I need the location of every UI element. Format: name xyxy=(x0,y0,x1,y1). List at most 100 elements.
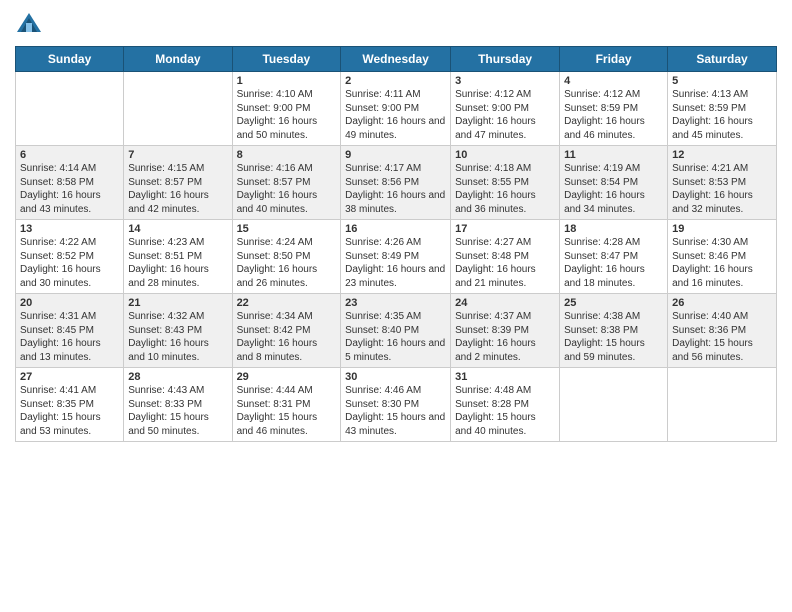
day-number: 10 xyxy=(455,149,555,161)
calendar-day-cell xyxy=(16,72,124,146)
weekday-header: Saturday xyxy=(668,47,777,72)
calendar-day-cell: 22Sunrise: 4:34 AM Sunset: 8:42 PM Dayli… xyxy=(232,294,341,368)
calendar-day-cell: 26Sunrise: 4:40 AM Sunset: 8:36 PM Dayli… xyxy=(668,294,777,368)
calendar-day-cell xyxy=(560,368,668,442)
calendar-day-cell: 31Sunrise: 4:48 AM Sunset: 8:28 PM Dayli… xyxy=(451,368,560,442)
calendar-day-cell: 2Sunrise: 4:11 AM Sunset: 9:00 PM Daylig… xyxy=(341,72,451,146)
calendar-day-cell: 8Sunrise: 4:16 AM Sunset: 8:57 PM Daylig… xyxy=(232,146,341,220)
calendar-day-cell: 11Sunrise: 4:19 AM Sunset: 8:54 PM Dayli… xyxy=(560,146,668,220)
day-number: 25 xyxy=(564,297,663,309)
day-info: Sunrise: 4:10 AM Sunset: 9:00 PM Dayligh… xyxy=(237,88,337,142)
day-info: Sunrise: 4:14 AM Sunset: 8:58 PM Dayligh… xyxy=(20,162,119,216)
day-info: Sunrise: 4:28 AM Sunset: 8:47 PM Dayligh… xyxy=(564,236,663,290)
weekday-header: Monday xyxy=(124,47,232,72)
day-number: 23 xyxy=(345,297,446,309)
calendar-header-row: SundayMondayTuesdayWednesdayThursdayFrid… xyxy=(16,47,777,72)
day-number: 24 xyxy=(455,297,555,309)
day-info: Sunrise: 4:15 AM Sunset: 8:57 PM Dayligh… xyxy=(128,162,227,216)
day-info: Sunrise: 4:19 AM Sunset: 8:54 PM Dayligh… xyxy=(564,162,663,216)
calendar-week-row: 13Sunrise: 4:22 AM Sunset: 8:52 PM Dayli… xyxy=(16,220,777,294)
calendar-day-cell: 19Sunrise: 4:30 AM Sunset: 8:46 PM Dayli… xyxy=(668,220,777,294)
calendar-day-cell: 15Sunrise: 4:24 AM Sunset: 8:50 PM Dayli… xyxy=(232,220,341,294)
day-info: Sunrise: 4:38 AM Sunset: 8:38 PM Dayligh… xyxy=(564,310,663,364)
calendar-week-row: 1Sunrise: 4:10 AM Sunset: 9:00 PM Daylig… xyxy=(16,72,777,146)
logo-icon xyxy=(15,10,43,38)
day-number: 8 xyxy=(237,149,337,161)
day-number: 15 xyxy=(237,223,337,235)
calendar-day-cell: 30Sunrise: 4:46 AM Sunset: 8:30 PM Dayli… xyxy=(341,368,451,442)
calendar-week-row: 20Sunrise: 4:31 AM Sunset: 8:45 PM Dayli… xyxy=(16,294,777,368)
calendar-day-cell: 25Sunrise: 4:38 AM Sunset: 8:38 PM Dayli… xyxy=(560,294,668,368)
day-number: 6 xyxy=(20,149,119,161)
calendar-day-cell: 9Sunrise: 4:17 AM Sunset: 8:56 PM Daylig… xyxy=(341,146,451,220)
day-info: Sunrise: 4:16 AM Sunset: 8:57 PM Dayligh… xyxy=(237,162,337,216)
page: SundayMondayTuesdayWednesdayThursdayFrid… xyxy=(0,0,792,612)
day-number: 29 xyxy=(237,371,337,383)
day-number: 3 xyxy=(455,75,555,87)
day-info: Sunrise: 4:27 AM Sunset: 8:48 PM Dayligh… xyxy=(455,236,555,290)
day-number: 14 xyxy=(128,223,227,235)
calendar-day-cell xyxy=(668,368,777,442)
day-number: 7 xyxy=(128,149,227,161)
day-number: 30 xyxy=(345,371,446,383)
calendar-day-cell: 27Sunrise: 4:41 AM Sunset: 8:35 PM Dayli… xyxy=(16,368,124,442)
day-info: Sunrise: 4:34 AM Sunset: 8:42 PM Dayligh… xyxy=(237,310,337,364)
day-number: 13 xyxy=(20,223,119,235)
day-number: 2 xyxy=(345,75,446,87)
day-info: Sunrise: 4:30 AM Sunset: 8:46 PM Dayligh… xyxy=(672,236,772,290)
day-info: Sunrise: 4:18 AM Sunset: 8:55 PM Dayligh… xyxy=(455,162,555,216)
day-info: Sunrise: 4:21 AM Sunset: 8:53 PM Dayligh… xyxy=(672,162,772,216)
calendar-day-cell: 28Sunrise: 4:43 AM Sunset: 8:33 PM Dayli… xyxy=(124,368,232,442)
weekday-header: Wednesday xyxy=(341,47,451,72)
calendar-day-cell xyxy=(124,72,232,146)
day-info: Sunrise: 4:17 AM Sunset: 8:56 PM Dayligh… xyxy=(345,162,446,216)
day-number: 26 xyxy=(672,297,772,309)
day-number: 22 xyxy=(237,297,337,309)
day-info: Sunrise: 4:26 AM Sunset: 8:49 PM Dayligh… xyxy=(345,236,446,290)
weekday-header: Thursday xyxy=(451,47,560,72)
day-number: 1 xyxy=(237,75,337,87)
calendar-day-cell: 3Sunrise: 4:12 AM Sunset: 9:00 PM Daylig… xyxy=(451,72,560,146)
weekday-header: Sunday xyxy=(16,47,124,72)
day-info: Sunrise: 4:46 AM Sunset: 8:30 PM Dayligh… xyxy=(345,384,446,438)
day-number: 5 xyxy=(672,75,772,87)
day-number: 12 xyxy=(672,149,772,161)
day-number: 19 xyxy=(672,223,772,235)
calendar-day-cell: 23Sunrise: 4:35 AM Sunset: 8:40 PM Dayli… xyxy=(341,294,451,368)
day-number: 16 xyxy=(345,223,446,235)
calendar-week-row: 6Sunrise: 4:14 AM Sunset: 8:58 PM Daylig… xyxy=(16,146,777,220)
day-info: Sunrise: 4:44 AM Sunset: 8:31 PM Dayligh… xyxy=(237,384,337,438)
calendar-day-cell: 17Sunrise: 4:27 AM Sunset: 8:48 PM Dayli… xyxy=(451,220,560,294)
day-number: 9 xyxy=(345,149,446,161)
calendar-day-cell: 5Sunrise: 4:13 AM Sunset: 8:59 PM Daylig… xyxy=(668,72,777,146)
calendar-day-cell: 10Sunrise: 4:18 AM Sunset: 8:55 PM Dayli… xyxy=(451,146,560,220)
day-info: Sunrise: 4:13 AM Sunset: 8:59 PM Dayligh… xyxy=(672,88,772,142)
day-info: Sunrise: 4:22 AM Sunset: 8:52 PM Dayligh… xyxy=(20,236,119,290)
day-info: Sunrise: 4:41 AM Sunset: 8:35 PM Dayligh… xyxy=(20,384,119,438)
weekday-header: Friday xyxy=(560,47,668,72)
calendar-day-cell: 20Sunrise: 4:31 AM Sunset: 8:45 PM Dayli… xyxy=(16,294,124,368)
day-info: Sunrise: 4:37 AM Sunset: 8:39 PM Dayligh… xyxy=(455,310,555,364)
day-info: Sunrise: 4:12 AM Sunset: 8:59 PM Dayligh… xyxy=(564,88,663,142)
day-info: Sunrise: 4:48 AM Sunset: 8:28 PM Dayligh… xyxy=(455,384,555,438)
day-info: Sunrise: 4:23 AM Sunset: 8:51 PM Dayligh… xyxy=(128,236,227,290)
weekday-header: Tuesday xyxy=(232,47,341,72)
day-number: 11 xyxy=(564,149,663,161)
calendar-day-cell: 12Sunrise: 4:21 AM Sunset: 8:53 PM Dayli… xyxy=(668,146,777,220)
day-info: Sunrise: 4:12 AM Sunset: 9:00 PM Dayligh… xyxy=(455,88,555,142)
calendar-week-row: 27Sunrise: 4:41 AM Sunset: 8:35 PM Dayli… xyxy=(16,368,777,442)
day-info: Sunrise: 4:24 AM Sunset: 8:50 PM Dayligh… xyxy=(237,236,337,290)
day-info: Sunrise: 4:35 AM Sunset: 8:40 PM Dayligh… xyxy=(345,310,446,364)
calendar-day-cell: 13Sunrise: 4:22 AM Sunset: 8:52 PM Dayli… xyxy=(16,220,124,294)
day-number: 31 xyxy=(455,371,555,383)
day-number: 17 xyxy=(455,223,555,235)
calendar-day-cell: 7Sunrise: 4:15 AM Sunset: 8:57 PM Daylig… xyxy=(124,146,232,220)
day-number: 18 xyxy=(564,223,663,235)
day-info: Sunrise: 4:31 AM Sunset: 8:45 PM Dayligh… xyxy=(20,310,119,364)
day-number: 21 xyxy=(128,297,227,309)
calendar-day-cell: 24Sunrise: 4:37 AM Sunset: 8:39 PM Dayli… xyxy=(451,294,560,368)
calendar-table: SundayMondayTuesdayWednesdayThursdayFrid… xyxy=(15,46,777,442)
calendar-day-cell: 18Sunrise: 4:28 AM Sunset: 8:47 PM Dayli… xyxy=(560,220,668,294)
calendar-day-cell: 29Sunrise: 4:44 AM Sunset: 8:31 PM Dayli… xyxy=(232,368,341,442)
calendar-day-cell: 1Sunrise: 4:10 AM Sunset: 9:00 PM Daylig… xyxy=(232,72,341,146)
